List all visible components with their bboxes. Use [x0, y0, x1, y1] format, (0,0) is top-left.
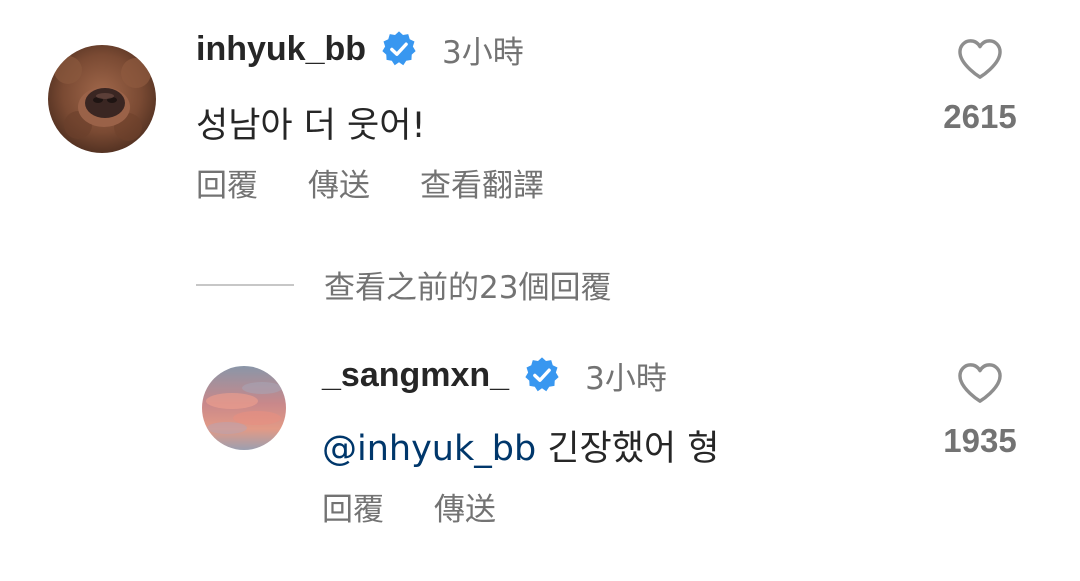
- heart-outline-icon[interactable]: [957, 362, 1003, 404]
- avatar[interactable]: [202, 366, 286, 450]
- verified-badge-icon: [523, 356, 561, 394]
- mention-link[interactable]: @inhyuk_bb: [322, 429, 536, 469]
- username-link[interactable]: _sangmxn_: [322, 356, 509, 395]
- like-count: 2615: [943, 98, 1017, 135]
- see-translation-button[interactable]: 查看翻譯: [420, 160, 544, 205]
- reply-header: _sangmxn_ 3小時: [322, 354, 667, 397]
- view-previous-replies-button[interactable]: 查看之前的23個回覆: [196, 262, 611, 307]
- timestamp: 3小時: [442, 34, 524, 71]
- like-column: 2615: [915, 38, 1045, 136]
- send-button[interactable]: 傳送: [308, 160, 370, 205]
- like-count: 1935: [943, 422, 1017, 459]
- comment-text: 성남아 더 웃어!: [196, 106, 426, 146]
- dog-avatar-image: [48, 45, 156, 153]
- reply-button[interactable]: 回覆: [196, 160, 258, 205]
- heart-outline-icon[interactable]: [957, 38, 1003, 80]
- reply-button[interactable]: 回覆: [322, 484, 384, 529]
- reply-text: @inhyuk_bb 긴장했어 형: [322, 420, 719, 471]
- comment-header: inhyuk_bb 3小時: [196, 28, 524, 71]
- reply-actions: 回覆 傳送: [322, 484, 546, 529]
- reply-message: 긴장했어 형: [536, 429, 720, 469]
- send-button[interactable]: 傳送: [434, 484, 496, 529]
- timestamp: 3小時: [585, 360, 667, 397]
- verified-badge-icon: [380, 30, 418, 68]
- comment-actions: 回覆 傳送 查看翻譯: [196, 160, 594, 205]
- sunset-avatar-image: [202, 366, 286, 450]
- avatar[interactable]: [48, 45, 156, 153]
- divider-line: [196, 283, 294, 286]
- username-link[interactable]: inhyuk_bb: [196, 30, 366, 69]
- view-replies-label: 查看之前的23個回覆: [324, 270, 612, 306]
- like-column: 1935: [915, 362, 1045, 460]
